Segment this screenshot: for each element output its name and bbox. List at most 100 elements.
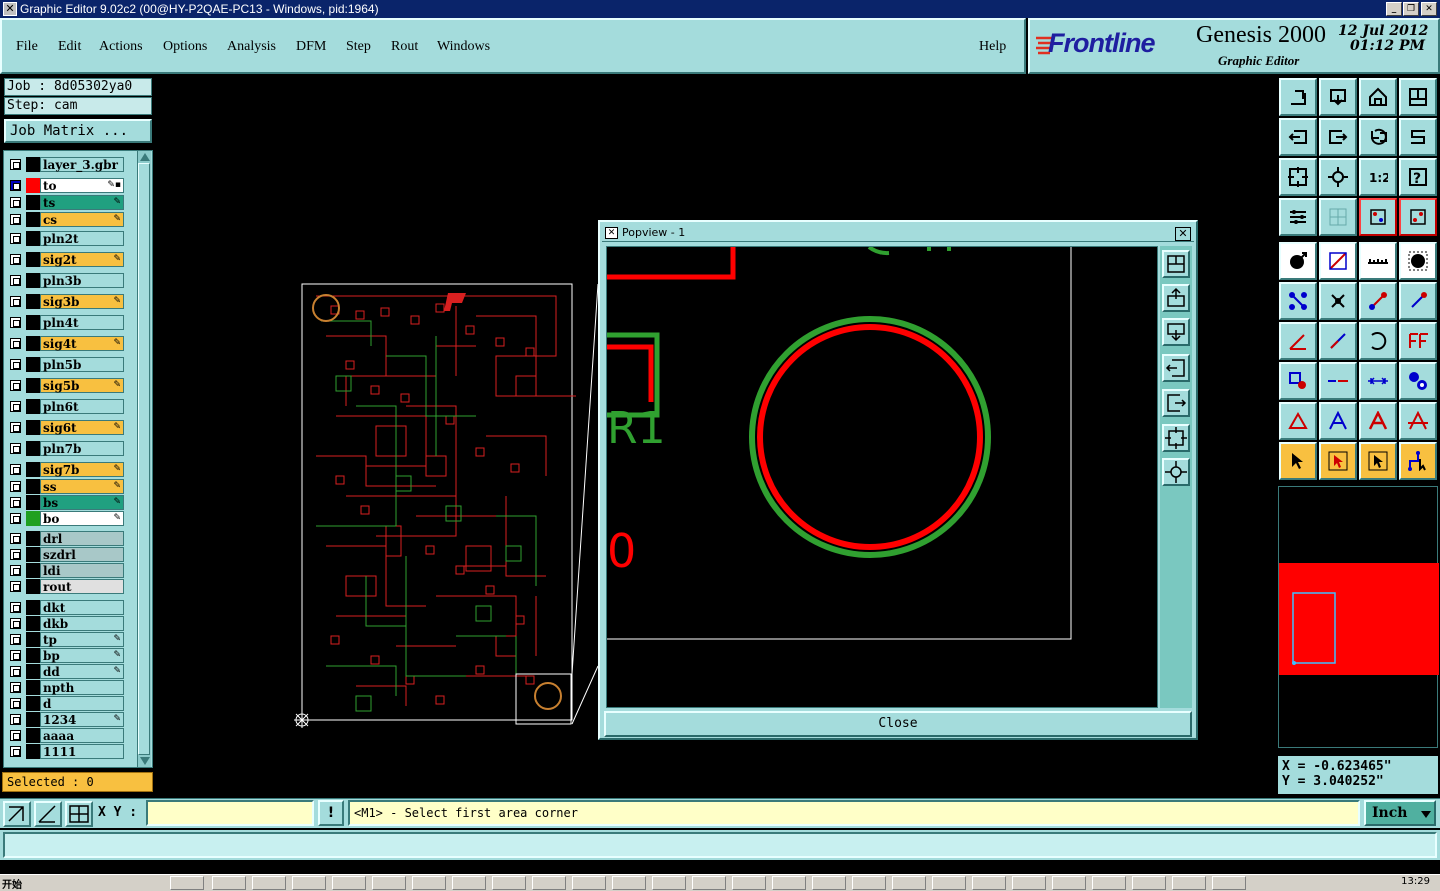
layer-row-pln3b[interactable]: pln3b [6, 273, 124, 288]
layer-color-swatch[interactable] [26, 315, 40, 330]
layer-name[interactable]: pln5b [40, 357, 124, 372]
tool-pan-right[interactable] [1319, 118, 1357, 156]
layer-row-sig7b[interactable]: sig7b ✎ [6, 462, 124, 477]
layer-name[interactable]: pln2t [40, 231, 124, 246]
popview-close-x-button[interactable]: ✕ [1175, 227, 1191, 241]
menu-step[interactable]: Step [346, 39, 371, 55]
tool-top-view[interactable] [1279, 78, 1317, 116]
popview-close-button[interactable]: Close [604, 711, 1192, 737]
tool-copy-feature[interactable] [1279, 362, 1317, 400]
layer-row-szdrl[interactable]: szdrl [6, 547, 124, 562]
warning-button[interactable]: ! [318, 800, 344, 826]
pop-tool-center[interactable] [1162, 458, 1190, 486]
layer-row-tp[interactable]: tp ✎ [6, 632, 124, 647]
layer-checkbox[interactable] [10, 481, 21, 492]
layer-color-swatch[interactable] [26, 252, 40, 267]
tool-split-view[interactable] [1399, 78, 1437, 116]
layer-name[interactable]: szdrl [40, 547, 124, 562]
layer-checkbox[interactable] [10, 602, 21, 613]
layer-name[interactable]: sig3b [40, 294, 124, 309]
taskbar-item[interactable] [892, 876, 926, 890]
tool-angle[interactable] [1279, 322, 1317, 360]
layer-color-swatch[interactable] [26, 157, 40, 172]
layer-checkbox[interactable] [10, 634, 21, 645]
layer-row-1111[interactable]: 1111 [6, 744, 124, 759]
taskbar-item[interactable] [332, 876, 366, 890]
layer-name[interactable]: bp [40, 648, 124, 663]
tool-draw-line[interactable] [1319, 242, 1357, 280]
layer-name[interactable]: rout [40, 579, 124, 594]
tool-zoom-1to2[interactable]: 1:2 [1359, 158, 1397, 196]
layer-name[interactable]: pln7b [40, 441, 124, 456]
taskbar-item[interactable] [852, 876, 886, 890]
taskbar-item[interactable] [1012, 876, 1046, 890]
layer-row-sig5b[interactable]: sig5b ✎ [6, 378, 124, 393]
tool-text-ff[interactable] [1399, 322, 1437, 360]
menu-dfm[interactable]: DFM [296, 39, 326, 55]
layer-row-bs[interactable]: bs ✎ [6, 495, 124, 510]
taskbar-item[interactable] [252, 876, 286, 890]
menu-help[interactable]: Help [979, 39, 1006, 55]
menu-options[interactable]: Options [163, 39, 207, 55]
layer-row-ts[interactable]: ts ✎ [6, 195, 124, 210]
layer-name[interactable]: sig2t [40, 252, 124, 267]
layer-name[interactable]: pln4t [40, 315, 124, 330]
tool-undo-view[interactable] [1359, 118, 1397, 156]
tool-triangle-1[interactable] [1279, 402, 1317, 440]
layer-checkbox[interactable] [10, 533, 21, 544]
layer-color-swatch[interactable] [26, 632, 40, 647]
layer-name[interactable]: ldi [40, 563, 124, 578]
layer-color-swatch[interactable] [26, 178, 40, 193]
tool-pad[interactable] [1399, 242, 1437, 280]
layer-checkbox[interactable] [10, 581, 21, 592]
layer-color-swatch[interactable] [26, 231, 40, 246]
layer-row-1234[interactable]: 1234 ✎ [6, 712, 124, 727]
layer-row-dd[interactable]: dd ✎ [6, 664, 124, 679]
layer-row-sig3b[interactable]: sig3b ✎ [6, 294, 124, 309]
menu-windows[interactable]: Windows [437, 39, 490, 55]
layer-checkbox[interactable] [10, 254, 21, 265]
layer-row-pln5b[interactable]: pln5b [6, 357, 124, 372]
layer-name[interactable]: drl [40, 531, 124, 546]
close-window-button[interactable]: ✕ [1421, 2, 1437, 16]
layer-color-swatch[interactable] [26, 399, 40, 414]
layer-row-bo[interactable]: bo ✎ [6, 511, 124, 526]
layer-checkbox[interactable] [10, 197, 21, 208]
units-dropdown[interactable]: Inch [1364, 800, 1436, 826]
tool-connect[interactable] [1279, 282, 1317, 320]
taskbar-item[interactable] [170, 876, 204, 890]
snap-mode-button[interactable] [3, 801, 31, 827]
tool-zoom-fit[interactable] [1279, 158, 1317, 196]
layer-row-drl[interactable]: drl [6, 531, 124, 546]
job-matrix-button[interactable]: Job Matrix ... [4, 119, 152, 143]
layer-checkbox[interactable] [10, 464, 21, 475]
layer-color-swatch[interactable] [26, 212, 40, 227]
taskbar-item[interactable] [812, 876, 846, 890]
pop-tool-up[interactable] [1162, 284, 1190, 312]
layer-name[interactable]: 1234 [40, 712, 124, 727]
tool-triangle-4[interactable] [1399, 402, 1437, 440]
taskbar-item[interactable] [292, 876, 326, 890]
layer-color-swatch[interactable] [26, 696, 40, 711]
layer-row-layer_3.gbr[interactable]: layer_3.gbr [6, 157, 124, 172]
tool-snap-alt[interactable] [1399, 198, 1437, 236]
layer-color-swatch[interactable] [26, 195, 40, 210]
layer-name[interactable]: layer_3.gbr [40, 157, 124, 172]
taskbar-item[interactable] [412, 876, 446, 890]
layer-color-swatch[interactable] [26, 744, 40, 759]
layer-color-swatch[interactable] [26, 479, 40, 494]
tool-cross[interactable] [1319, 282, 1357, 320]
layer-checkbox[interactable] [10, 159, 21, 170]
layer-row-to[interactable]: to ✎▪ [6, 178, 124, 193]
layer-row-sig2t[interactable]: sig2t ✎ [6, 252, 124, 267]
tool-triangle-2[interactable] [1319, 402, 1357, 440]
layer-color-swatch[interactable] [26, 294, 40, 309]
layer-row-bp[interactable]: bp ✎ [6, 648, 124, 663]
taskbar-item[interactable] [212, 876, 246, 890]
layer-row-aaaa[interactable]: aaaa [6, 728, 124, 743]
layer-checkbox[interactable] [10, 317, 21, 328]
layer-checkbox[interactable] [10, 650, 21, 661]
layer-checkbox[interactable] [10, 497, 21, 508]
menu-rout[interactable]: Rout [391, 39, 418, 55]
pop-tool-down[interactable] [1162, 318, 1190, 346]
